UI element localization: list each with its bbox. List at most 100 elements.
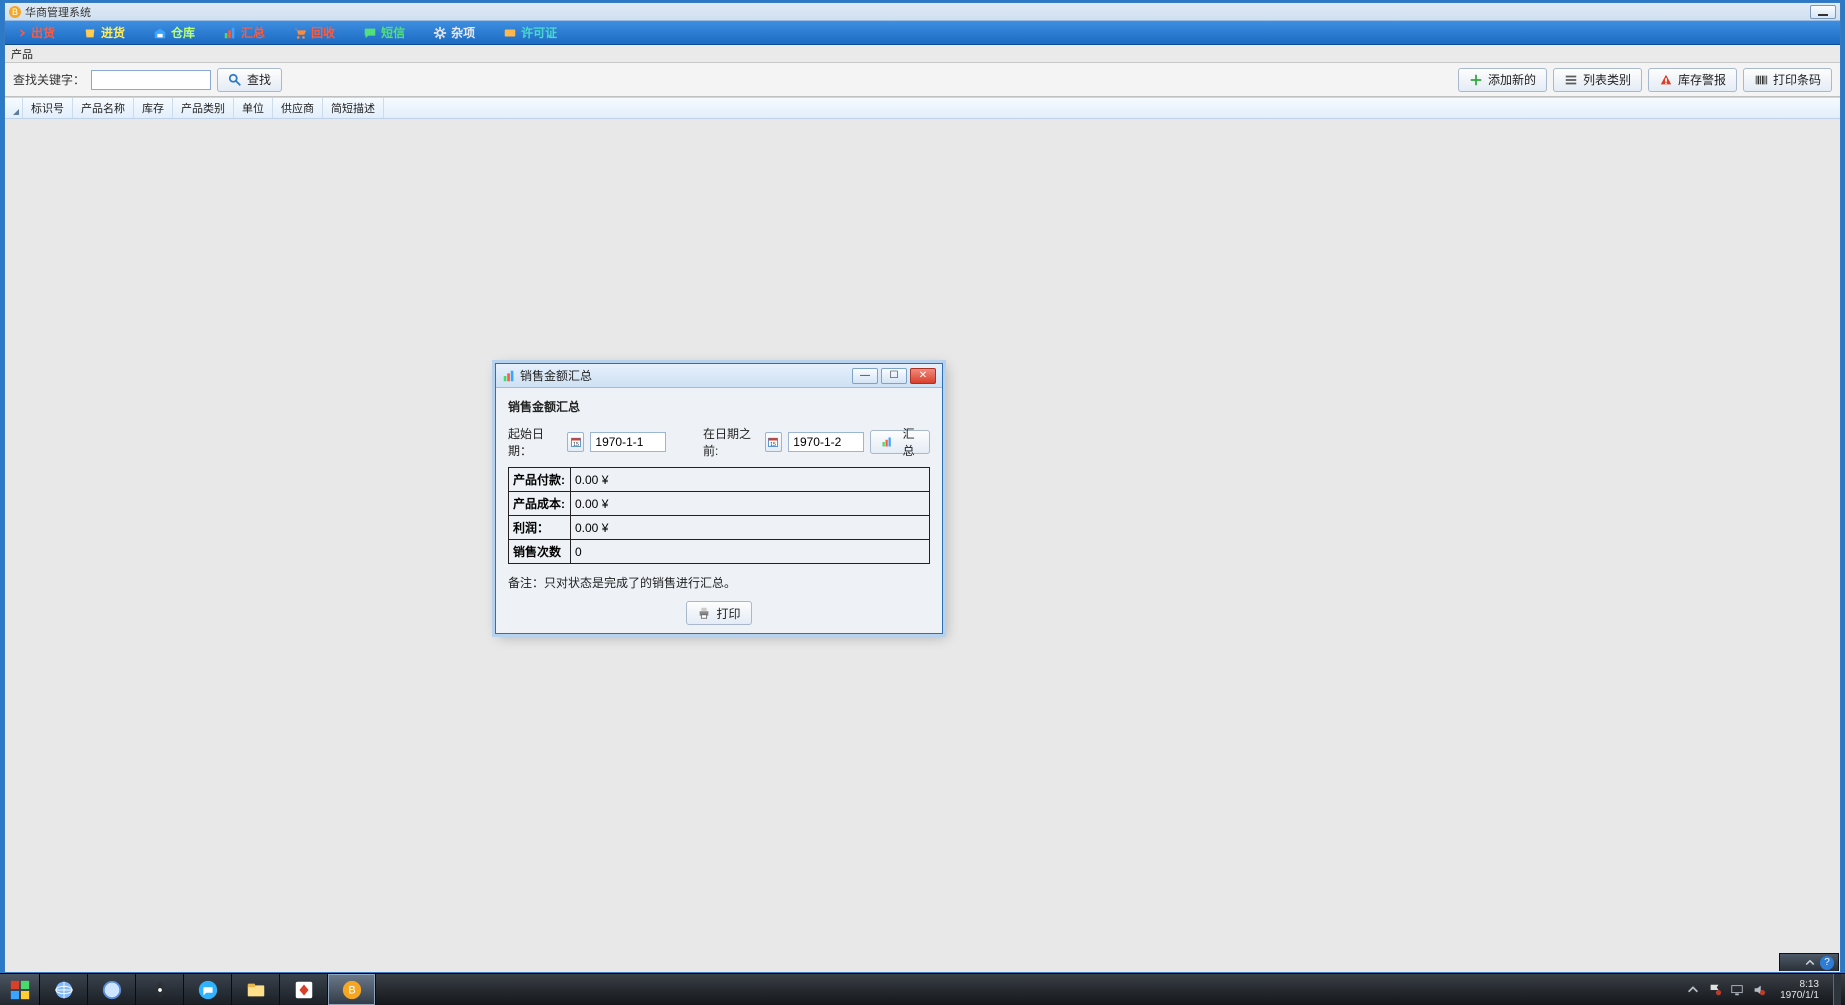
ribbon-item-misc[interactable]: 杂项 bbox=[433, 24, 475, 41]
search-input[interactable] bbox=[91, 70, 211, 90]
show-desktop-button[interactable] bbox=[1833, 974, 1841, 1005]
table-row: 产品付款:0.00 ¥ bbox=[509, 468, 930, 492]
taskbar-app-5[interactable] bbox=[232, 974, 280, 1005]
taskbar-app-6[interactable] bbox=[280, 974, 328, 1005]
dialog-note: 备注：只对状态是完成了的销售进行汇总。 bbox=[508, 574, 930, 591]
print-button[interactable]: 打印 bbox=[686, 601, 751, 625]
taskbar-app-3[interactable] bbox=[136, 974, 184, 1005]
ribbon-item-outgoing[interactable]: 出货 bbox=[13, 24, 55, 41]
end-date-input[interactable] bbox=[788, 432, 864, 452]
taskbar-app-1[interactable] bbox=[40, 974, 88, 1005]
dialog-minimize-button[interactable]: — bbox=[852, 368, 878, 384]
row-label: 产品付款: bbox=[509, 468, 571, 492]
pen-icon bbox=[149, 979, 171, 1001]
end-date-label: 在日期之前: bbox=[703, 425, 759, 459]
ribbon-item-summary[interactable]: 汇总 bbox=[223, 24, 265, 41]
tray-clock[interactable]: 8:13 1970/1/1 bbox=[1774, 979, 1825, 1001]
print-barcode-button[interactable]: 打印条码 bbox=[1743, 68, 1832, 92]
cart-icon bbox=[293, 26, 307, 40]
tray-time: 8:13 bbox=[1780, 979, 1819, 990]
col-category[interactable]: 产品类别 bbox=[173, 98, 234, 118]
network-icon[interactable] bbox=[1730, 983, 1744, 997]
start-date-input[interactable] bbox=[590, 432, 666, 452]
calendar-icon: 15 bbox=[767, 436, 779, 448]
dialog-titlebar[interactable]: 销售金额汇总 — ☐ ✕ bbox=[496, 364, 942, 388]
tray-chevron-up-icon[interactable] bbox=[1686, 983, 1700, 997]
barcode-icon bbox=[1754, 73, 1768, 87]
col-unit[interactable]: 单位 bbox=[234, 98, 273, 118]
stock-alert-button[interactable]: 库存警报 bbox=[1648, 68, 1737, 92]
add-new-button[interactable]: 添加新的 bbox=[1458, 68, 1547, 92]
ribbon-item-recycle[interactable]: 回收 bbox=[293, 24, 335, 41]
row-label: 产品成本: bbox=[509, 492, 571, 516]
side-info-bar: ? bbox=[1779, 953, 1839, 971]
chevron-up-icon[interactable] bbox=[1804, 957, 1816, 969]
row-value: 0.00 ¥ bbox=[571, 492, 930, 516]
calendar-icon: 15 bbox=[570, 436, 582, 448]
col-supplier[interactable]: 供应商 bbox=[273, 98, 323, 118]
ribbon-menu: 出货 进货 仓库 汇总 回收 短信 杂项 许可证 bbox=[5, 21, 1840, 45]
chart-icon bbox=[223, 26, 237, 40]
summarize-button[interactable]: 汇总 bbox=[870, 430, 930, 454]
browser-icon bbox=[101, 979, 123, 1001]
search-label: 查找关键字： bbox=[13, 71, 85, 88]
warehouse-icon bbox=[153, 26, 167, 40]
sales-summary-dialog: 销售金额汇总 — ☐ ✕ 销售金额汇总 起始日期： 15 在日期之 bbox=[495, 363, 943, 634]
end-date-picker-button[interactable]: 15 bbox=[765, 432, 783, 452]
svg-text:B: B bbox=[348, 984, 355, 996]
col-id[interactable]: 标识号 bbox=[23, 98, 73, 118]
table-column-header: 标识号 产品名称 库存 产品类别 单位 供应商 简短描述 bbox=[5, 97, 1840, 119]
dialog-heading: 销售金额汇总 bbox=[508, 398, 930, 415]
col-stock[interactable]: 库存 bbox=[134, 98, 173, 118]
ribbon-item-license[interactable]: 许可证 bbox=[503, 24, 557, 41]
explorer-icon bbox=[245, 979, 267, 1001]
tray-date: 1970/1/1 bbox=[1780, 990, 1819, 1001]
dialog-close-button[interactable]: ✕ bbox=[910, 368, 936, 384]
volume-icon[interactable] bbox=[1752, 983, 1766, 997]
list-category-button[interactable]: 列表类别 bbox=[1553, 68, 1642, 92]
app-title: 华商管理系统 bbox=[25, 4, 91, 20]
app-window: B 华商管理系统 出货 进货 仓库 汇总 回收 短信 bbox=[4, 2, 1841, 973]
taskbar-app-current[interactable]: B bbox=[328, 974, 376, 1005]
table-row: 产品成本:0.00 ¥ bbox=[509, 492, 930, 516]
search-button[interactable]: 查找 bbox=[217, 68, 282, 92]
svg-text:15: 15 bbox=[573, 442, 579, 448]
dialog-title: 销售金额汇总 bbox=[520, 367, 592, 384]
start-date-picker-button[interactable]: 15 bbox=[567, 432, 585, 452]
printer-icon bbox=[697, 606, 711, 620]
alert-icon bbox=[1659, 73, 1673, 87]
page-subheader: 产品 bbox=[5, 45, 1840, 63]
ribbon-item-warehouse[interactable]: 仓库 bbox=[153, 24, 195, 41]
taskbar-app-2[interactable] bbox=[88, 974, 136, 1005]
app-titlebar: B 华商管理系统 bbox=[5, 3, 1840, 21]
taskbar-app-4[interactable] bbox=[184, 974, 232, 1005]
row-label: 销售次数 bbox=[509, 540, 571, 564]
windows-logo-icon bbox=[9, 979, 31, 1001]
col-desc[interactable]: 简短描述 bbox=[323, 98, 384, 118]
row-value: 0 bbox=[571, 540, 930, 564]
start-button[interactable] bbox=[0, 974, 40, 1005]
summary-table: 产品付款:0.00 ¥ 产品成本:0.00 ¥ 利润：0.00 ¥ 销售次数0 bbox=[508, 467, 930, 564]
plus-icon bbox=[1469, 73, 1483, 87]
help-icon[interactable]: ? bbox=[1820, 956, 1834, 970]
app-logo-icon: B bbox=[9, 6, 21, 18]
select-all-corner[interactable] bbox=[5, 98, 23, 118]
row-label: 利润： bbox=[509, 516, 571, 540]
window-minimize-button[interactable] bbox=[1810, 5, 1836, 19]
dialog-maximize-button[interactable]: ☐ bbox=[881, 368, 907, 384]
svg-text:15: 15 bbox=[770, 442, 776, 448]
row-value: 0.00 ¥ bbox=[571, 468, 930, 492]
list-icon bbox=[1564, 73, 1578, 87]
ribbon-item-incoming[interactable]: 进货 bbox=[83, 24, 125, 41]
start-date-label: 起始日期： bbox=[508, 425, 561, 459]
flag-icon[interactable] bbox=[1708, 983, 1722, 997]
chart-icon bbox=[502, 369, 516, 383]
taskbar: B 8:13 1970/1/1 bbox=[0, 973, 1845, 1005]
col-product-name[interactable]: 产品名称 bbox=[73, 98, 134, 118]
ribbon-item-sms[interactable]: 短信 bbox=[363, 24, 405, 41]
chat-icon bbox=[363, 26, 377, 40]
chart-icon bbox=[881, 435, 893, 449]
system-tray: 8:13 1970/1/1 bbox=[1682, 974, 1845, 1005]
table-body-empty: 销售金额汇总 — ☐ ✕ 销售金额汇总 起始日期： 15 在日期之 bbox=[5, 119, 1840, 972]
task-icons: B bbox=[40, 974, 376, 1005]
